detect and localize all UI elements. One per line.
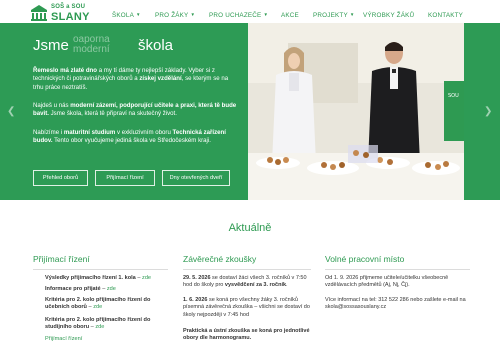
menu-item-label: Škola — [112, 12, 134, 19]
news-column-admission: Přijímací řízení Výsledky přijímacího ří… — [33, 254, 168, 342]
hero-paragraph-2: Najdeš u nás moderní zázemí, podporující… — [33, 102, 238, 119]
list-item: Praktická a ústní zkouška se koná pro je… — [183, 328, 311, 343]
menu-item-pro-uchazece[interactable]: Pro uchazeče ▼ — [209, 12, 268, 19]
list-item: Od 1. 9. 2026 přijmeme učitele/učitelku … — [325, 275, 470, 290]
admission-link[interactable]: Přijímací řízení — [45, 336, 82, 342]
menu-item-akce[interactable]: Akce — [281, 12, 299, 19]
item-text: Praktická a ústní zkouška se koná pro je… — [183, 328, 310, 342]
students-photo-illustration: SOU — [248, 23, 464, 200]
hero-text: v exkluzivním oboru — [115, 129, 173, 136]
list-item: Informace pro přijaté – zde — [45, 286, 170, 293]
menu-item-label: Akce — [281, 12, 299, 19]
menu-item-label: Pro uchazeče — [209, 12, 262, 19]
menu-item-label: Projekty — [313, 12, 348, 19]
photo-banner-text: SOU — [448, 93, 459, 99]
carousel-next-icon[interactable]: ❯ — [484, 106, 492, 117]
list-item: 1. 6. 2026 se koná pro všechny žáky 3. r… — [183, 297, 311, 319]
logo-name: SLANY — [51, 11, 90, 23]
hero-text: Jsme škola, která tě připraví na skutečn… — [48, 110, 177, 118]
hero-text-bold: Řemeslo má zlaté dno — [33, 67, 98, 74]
item-text: . — [286, 282, 288, 289]
column-divider — [325, 269, 470, 270]
hero-title-start: Jsme — [33, 37, 69, 54]
menu-item-kontakty[interactable]: Kontakty — [428, 12, 463, 19]
hero-photo: SOU — [248, 23, 464, 200]
news-section-title: Aktuálně — [228, 222, 272, 234]
logo-top-line: SOŠ a SOU — [51, 4, 86, 10]
item-link[interactable]: zde — [107, 286, 116, 292]
item-link[interactable]: zde — [142, 275, 151, 281]
list-item: Kritéria pro 2. kolo přijímacího řízení … — [45, 297, 170, 312]
column-divider — [33, 269, 168, 270]
admission-button[interactable]: Přijímací řízení — [95, 170, 155, 186]
item-text: Informace pro přijaté — [45, 286, 101, 292]
menu-item-label: Kontakty — [428, 12, 464, 19]
item-text-bold: vysvědčení za 3. ročník — [224, 282, 287, 289]
hero-text: Najdeš u nás — [33, 102, 71, 109]
caret-down-icon: ▼ — [136, 12, 141, 17]
news-column-job-vacancy: Volné pracovní místo Od 1. 9. 2026 přijm… — [325, 254, 470, 310]
column-heading: Volné pracovní místo — [325, 254, 405, 264]
menu-item-label: Výrobky žáků — [363, 12, 415, 19]
hero-paragraph-3: Nabízíme i maturitní studium v exkluzivn… — [33, 129, 238, 146]
item-text: Více informací na tel: 312 522 286 nebo … — [325, 297, 466, 311]
item-date: 29. 5. 2026 — [183, 275, 211, 281]
logo-emblem-icon — [31, 5, 47, 21]
item-text: Výsledky přijímacího řízení 1. kola — [45, 275, 136, 281]
caret-down-icon: ▼ — [349, 12, 355, 17]
menu-item-skola[interactable]: Škola ▼ — [112, 12, 141, 19]
hero-paragraph-1: Řemeslo má zlaté dno a my tí dáme ty nej… — [33, 67, 238, 92]
item-date: 1. 6. 2026 — [183, 297, 208, 303]
menu-item-projekty[interactable]: Projekty ▼ — [313, 12, 355, 19]
list-item: Kritéria pro 2. kolo přijímacího řízení … — [45, 317, 170, 332]
overview-of-programs-button[interactable]: Přehled oborů — [33, 170, 88, 186]
news-column-final-exams: Závěrečné zkoušky 29. 5. 2026 se dostaví… — [183, 254, 311, 341]
column-divider — [183, 269, 311, 270]
hero-text: Tento obor vyučujeme jediná škola ve Stř… — [52, 137, 211, 145]
hero-text: Nabízíme i — [33, 129, 64, 136]
column-heading: Závěrečné zkoušky — [183, 254, 257, 264]
list-item: 29. 5. 2026 se dostaví žáci všech 3. roč… — [183, 275, 311, 290]
hero-title-rotating-word: moderní — [73, 44, 110, 55]
caret-down-icon: ▼ — [263, 12, 269, 17]
item-text: Od 1. 9. 2026 přijmeme učitele/učitelku … — [325, 275, 449, 289]
menu-item-pro-zaky[interactable]: Pro žáky ▼ — [155, 12, 195, 19]
hero-text-bold: získej vzdělání — [139, 75, 182, 83]
caret-down-icon: ▼ — [190, 12, 196, 17]
column-heading: Přijímací řízení — [33, 254, 90, 264]
menu-item-vyrobky-zaku[interactable]: Výrobky žáků — [363, 12, 414, 19]
list-item: Výsledky přijímacího řízení 1. kola – zd… — [45, 275, 170, 282]
hero-title-end: škola — [138, 37, 174, 54]
menu-item-label: Pro žáky — [155, 12, 189, 19]
item-link[interactable]: zde — [93, 304, 102, 310]
list-item: Více informací na tel: 312 522 286 nebo … — [325, 297, 470, 312]
hero-text-bold: maturitní studium — [63, 129, 116, 136]
carousel-prev-icon[interactable]: ❮ — [7, 106, 15, 117]
item-link[interactable]: zde — [95, 324, 104, 330]
open-days-button[interactable]: Dny otevřených dveří — [162, 170, 230, 186]
